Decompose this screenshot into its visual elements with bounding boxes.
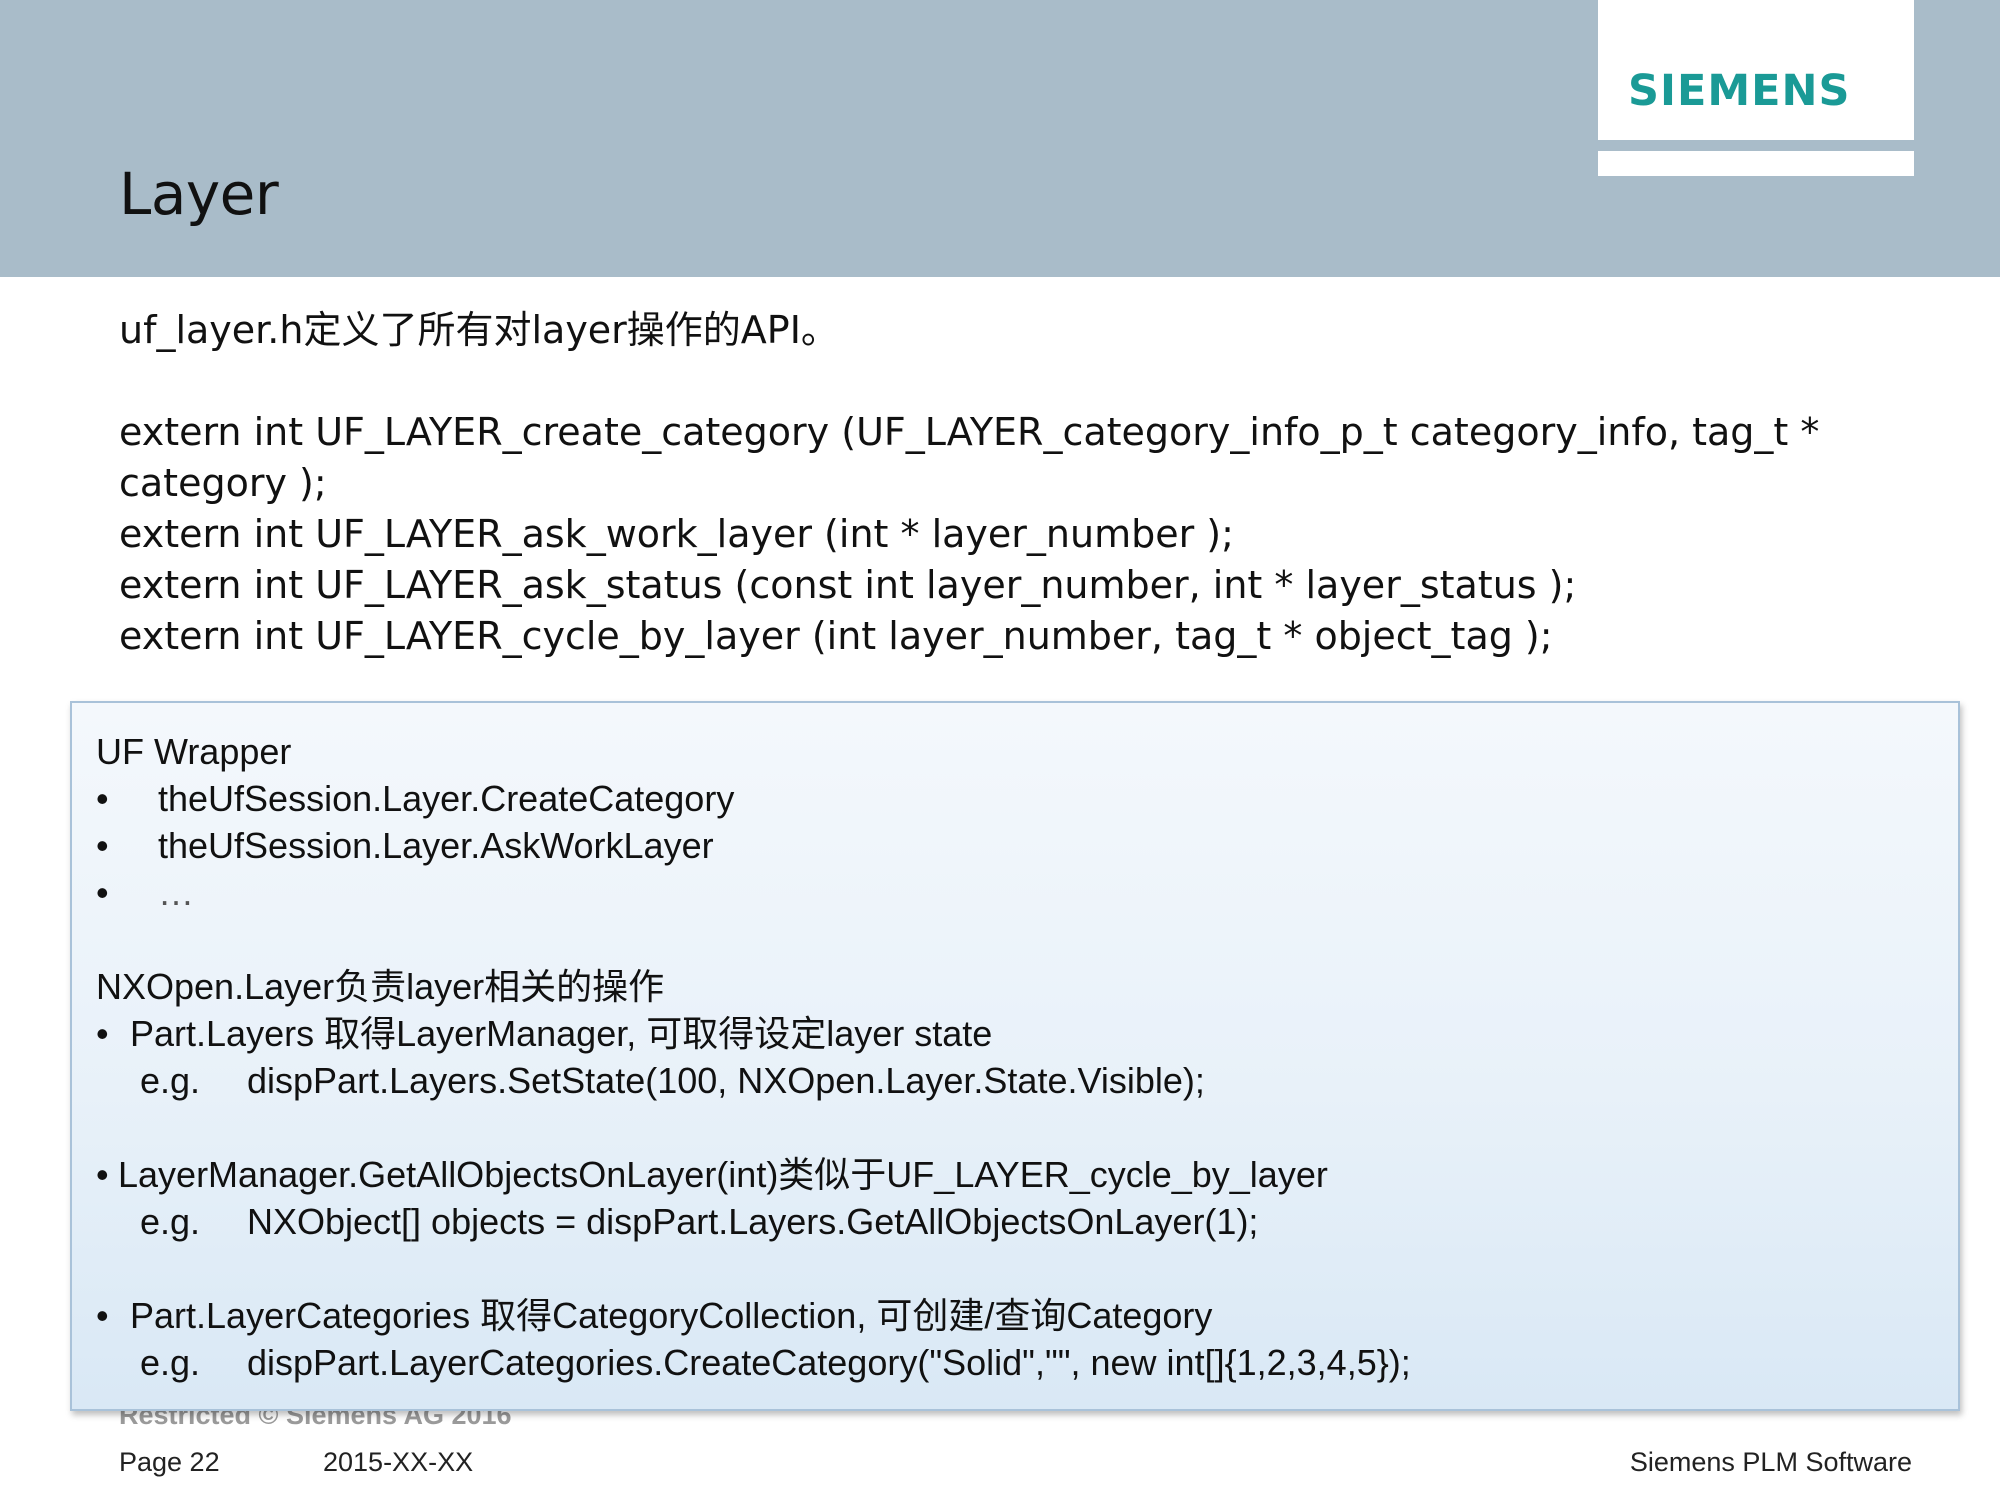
logo-underline-strip bbox=[1598, 151, 1914, 176]
bullet-marker: • bbox=[96, 872, 109, 913]
intro-line: uf_layer.h定义了所有对layer操作的API。 bbox=[119, 308, 839, 352]
bullet-marker: • bbox=[96, 778, 109, 819]
footer-company: Siemens PLM Software bbox=[1629, 1447, 1912, 1477]
bullet-marker: • bbox=[96, 825, 109, 866]
siemens-logo: SIEMENS bbox=[1628, 66, 1851, 116]
slide-title: Layer bbox=[119, 160, 279, 228]
nxopen-callout-box: UF Wrapper • theUfSession.Layer.CreateCa… bbox=[70, 701, 1960, 1411]
uf-wrapper-heading: UF Wrapper bbox=[96, 731, 292, 772]
body-content: uf_layer.h定义了所有对layer操作的API。 extern int … bbox=[119, 305, 1819, 662]
nx-item-text: Part.Layers 取得LayerManager, 可取得设定layer s… bbox=[130, 1013, 993, 1054]
bullet-marker: • bbox=[96, 1154, 109, 1195]
api-line: extern int UF_LAYER_create_category (UF_… bbox=[119, 410, 1820, 454]
uf-item: … bbox=[158, 872, 194, 913]
api-line: extern int UF_LAYER_cycle_by_layer (int … bbox=[119, 614, 1553, 658]
api-line: extern int UF_LAYER_ask_status (const in… bbox=[119, 563, 1577, 607]
nx-item-text: Part.LayerCategories 取得CategoryCollectio… bbox=[130, 1295, 1213, 1336]
example-label: e.g. bbox=[140, 1060, 201, 1101]
nx-item-text: LayerManager.GetAllObjectsOnLayer(int)类似… bbox=[118, 1154, 1328, 1195]
example-code: dispPart.Layers.SetState(100, NXOpen.Lay… bbox=[247, 1060, 1205, 1101]
uf-item: theUfSession.Layer.AskWorkLayer bbox=[158, 825, 714, 866]
example-label: e.g. bbox=[140, 1201, 201, 1242]
api-line: extern int UF_LAYER_ask_work_layer (int … bbox=[119, 512, 1234, 556]
footer-date: 2015-XX-XX bbox=[323, 1447, 474, 1477]
nxopen-heading: NXOpen.Layer负责layer相关的操作 bbox=[96, 966, 665, 1007]
example-code: dispPart.LayerCategories.CreateCategory(… bbox=[247, 1342, 1411, 1383]
bullet-marker: • bbox=[96, 1295, 109, 1336]
example-code: NXObject[] objects = dispPart.Layers.Get… bbox=[247, 1201, 1259, 1242]
uf-item: theUfSession.Layer.CreateCategory bbox=[158, 778, 735, 819]
page-number: Page 22 bbox=[119, 1447, 220, 1477]
example-label: e.g. bbox=[140, 1342, 201, 1383]
api-line: category ); bbox=[119, 461, 327, 505]
bullet-marker: • bbox=[96, 1013, 109, 1054]
